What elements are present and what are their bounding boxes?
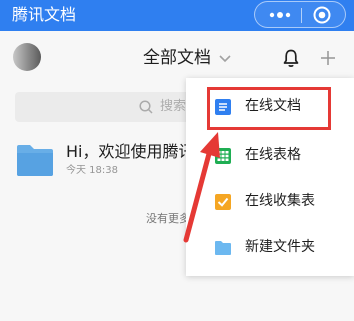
menu-item-label: 新建文件夹 [245,239,315,255]
capsule-divider [301,8,302,23]
folder-icon [215,241,231,255]
menu-item-label: 在线收集表 [245,193,315,209]
mini-program-capsule [254,1,346,28]
highlight-box [207,87,331,130]
menu-item-online-sheet[interactable]: 在线表格 [186,134,354,178]
app-title: 腾讯文档 [12,5,77,24]
menu-item-label: 在线表格 [245,147,301,163]
sheet-icon [215,148,231,164]
app-screen: 腾讯文档 全部文档 搜索 Hi，欢迎使用腾讯 今天 18:38 没有更多 在线文… [0,0,354,321]
form-icon [215,194,231,210]
target-close-icon[interactable] [311,5,333,25]
menu-item-new-folder[interactable]: 新建文件夹 [186,226,354,270]
top-bar: 腾讯文档 [0,0,354,31]
more-dots-icon[interactable] [264,5,296,25]
menu-item-online-form[interactable]: 在线收集表 [186,180,354,224]
